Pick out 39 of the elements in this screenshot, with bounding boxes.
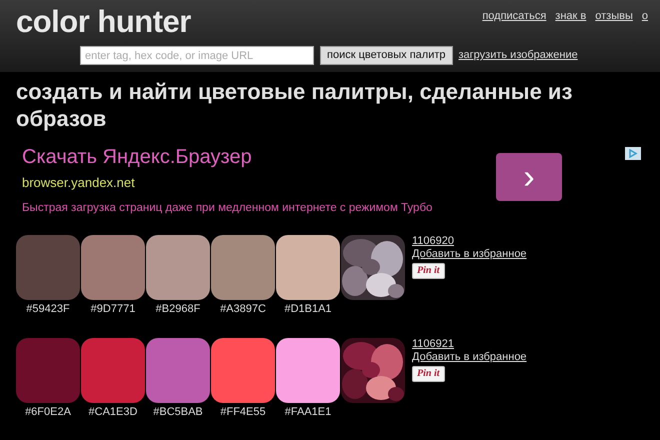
color-swatch[interactable] <box>16 235 80 300</box>
add-favorite-link[interactable]: Добавить в избранное <box>412 351 527 364</box>
hex-label: #A3897C <box>220 302 266 316</box>
nav-link-text[interactable]: отзывы <box>595 8 633 24</box>
ad-description: Быстрая загрузка страниц даже при медленном интернете с режимом Турбо <box>22 201 432 216</box>
hex-label: #FAA1E1 <box>284 405 332 419</box>
pin-it-button[interactable]: Pin it <box>412 366 445 382</box>
upload-link[interactable]: загрузить изображение <box>458 47 578 64</box>
hex-label: #CA1E3D <box>88 405 138 419</box>
nav-link-text[interactable]: о <box>642 8 648 24</box>
nav-link-text[interactable]: знак в <box>555 8 586 24</box>
ad-url[interactable]: browser.yandex.net <box>22 174 135 192</box>
hex-label: #BC5BAB <box>153 405 203 419</box>
color-swatch[interactable] <box>276 235 340 300</box>
hex-label: #B2968F <box>156 302 200 316</box>
hex-label: #D1B1A1 <box>284 302 332 316</box>
hex-label: #6F0E2A <box>25 405 71 419</box>
palette-id-link[interactable]: 1106920 <box>412 235 454 248</box>
color-swatch[interactable] <box>16 338 80 403</box>
add-favorite-link[interactable]: Добавить в избранное <box>412 248 527 261</box>
pin-it-button[interactable]: Pin it <box>412 263 445 279</box>
color-swatch[interactable] <box>211 235 275 300</box>
color-swatch[interactable] <box>276 338 340 403</box>
color-swatch[interactable] <box>81 235 145 300</box>
hex-label: #FF4E55 <box>220 405 266 419</box>
color-swatch[interactable] <box>146 235 210 300</box>
hex-label: #9D7771 <box>90 302 136 316</box>
page-heading: создать и найти цветовые палитры, сделанные из образов <box>16 78 574 132</box>
palette-id-link[interactable]: 1106921 <box>412 338 454 351</box>
ad-next-button[interactable]: › <box>496 153 562 201</box>
ad-title[interactable]: Скачать Яндекс.Браузер <box>22 145 252 169</box>
hex-label: #59423F <box>26 302 70 316</box>
color-swatch[interactable] <box>211 338 275 403</box>
color-swatch[interactable] <box>146 338 210 403</box>
search-button[interactable]: поиск цветовых палитр <box>320 46 452 65</box>
color-swatch[interactable] <box>81 338 145 403</box>
search-field[interactable]: enter tag, hex code, or image URL <box>80 46 314 65</box>
nav-link-text[interactable]: подписаться <box>482 8 546 24</box>
site-logo[interactable]: color hunter <box>16 4 191 40</box>
